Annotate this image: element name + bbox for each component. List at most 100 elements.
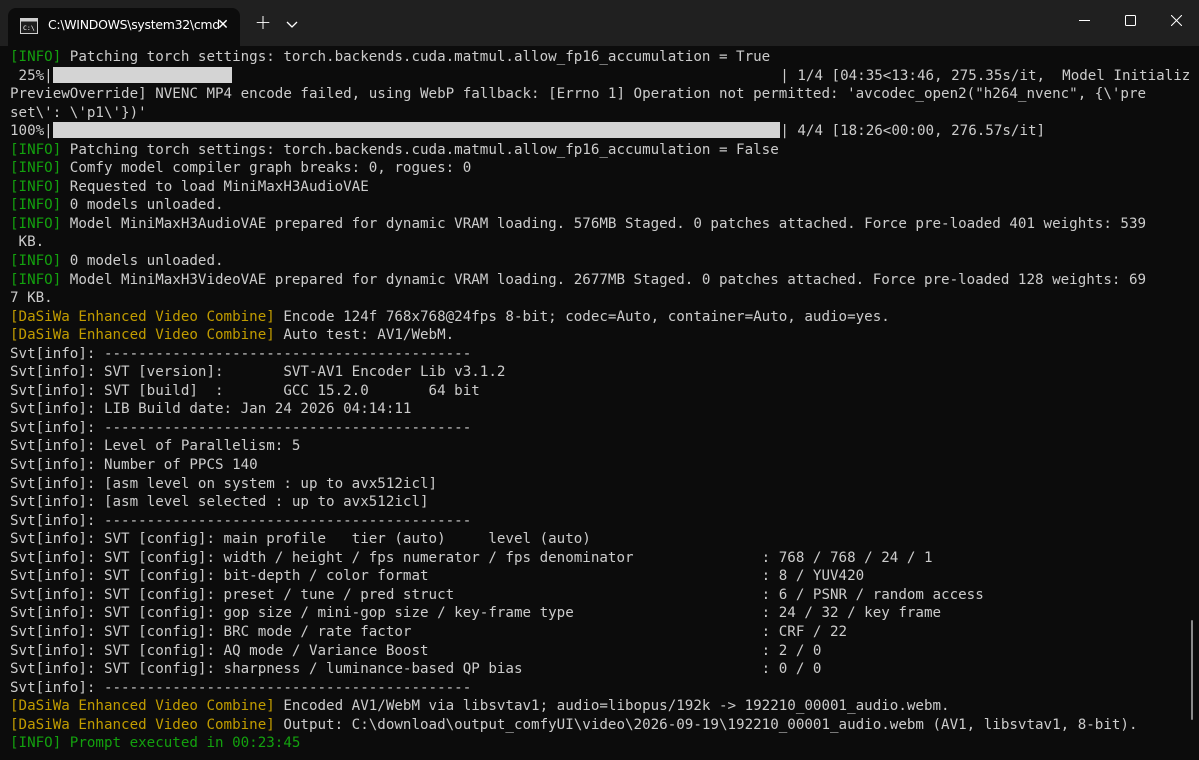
terminal-line: [INFO] Model MiniMaxH3AudioVAE prepared … [10, 215, 1190, 234]
cmd-icon: C:\ [20, 18, 38, 34]
log-text: Output: C:\download\output_comfyUI\video… [274, 716, 1138, 733]
close-window-button[interactable] [1153, 0, 1199, 40]
log-text: Svt[info]: SVT [version]: SVT-AV1 Encode… [10, 364, 506, 381]
log-text: Svt[info]: SVT [config]: width / height … [10, 549, 933, 566]
log-tag: [INFO] [10, 271, 62, 288]
terminal-line: Svt[info]: SVT [version]: SVT-AV1 Encode… [10, 363, 1190, 382]
log-text: PreviewOverride] NVENC MP4 encode failed… [10, 86, 1147, 103]
log-tag: [DaSiWa Enhanced Video Combine] [10, 327, 275, 344]
log-text: KB. [10, 234, 45, 251]
log-text: Svt[info]: LIB Build date: Jan 24 2026 0… [10, 401, 412, 418]
log-text: Svt[info]: SVT [config]: gop size / mini… [10, 605, 942, 622]
progress-bar-fill [52, 122, 781, 139]
terminal-line: 7 KB. [10, 289, 1190, 308]
maximize-button[interactable] [1107, 0, 1153, 40]
close-tab-icon[interactable]: ✕ [214, 16, 232, 34]
log-text: Encoded AV1/WebM via libsvtav1; audio=li… [274, 698, 950, 715]
log-text: Svt[info]: SVT [config]: BRC mode / rate… [10, 623, 848, 640]
log-text: set\': \'p1\'})' [10, 104, 147, 121]
terminal-line: Svt[info]: [asm level on system : up to … [10, 475, 1190, 494]
log-text: Svt[info]: -----------------------------… [10, 679, 472, 696]
terminal-line: [INFO] Model MiniMaxH3VideoVAE prepared … [10, 271, 1190, 290]
log-tag: [INFO] [10, 160, 62, 177]
terminal-line: Svt[info]: SVT [config]: main profile ti… [10, 530, 1190, 549]
terminal-line: [DaSiWa Enhanced Video Combine] Encode 1… [10, 308, 1190, 327]
log-text: Encode 124f 768x768@24fps 8-bit; codec=A… [274, 308, 890, 325]
log-text: Model MiniMaxH3AudioVAE prepared for dyn… [61, 215, 1147, 232]
terminal-line: 100%| | 4/4 [18:26<00:00, 276.57s/it] [10, 122, 1190, 141]
terminal-line: PreviewOverride] NVENC MP4 encode failed… [10, 85, 1190, 104]
log-text: Auto test: AV1/WebM. [274, 327, 455, 344]
terminal-line: Svt[info]: [asm level selected : up to a… [10, 493, 1190, 512]
log-text: Patching torch settings: torch.backends.… [61, 49, 771, 65]
terminal-line: Svt[info]: SVT [config]: BRC mode / rate… [10, 623, 1190, 642]
terminal-output[interactable]: [INFO] Patching torch settings: torch.ba… [10, 48, 1190, 760]
progress-percent: 100%| [10, 123, 53, 140]
log-text: Svt[info]: SVT [config]: main profile ti… [10, 531, 591, 548]
log-text: Patching torch settings: torch.backends.… [61, 141, 779, 158]
log-text: Svt[info]: SVT [config]: preset / tune /… [10, 586, 984, 603]
log-tag: [INFO] [10, 178, 62, 195]
chevron-down-icon[interactable] [283, 15, 301, 33]
terminal-line: [INFO] 0 models unloaded. [10, 196, 1190, 215]
terminal-line: [INFO] Patching torch settings: torch.ba… [10, 48, 1190, 67]
terminal-line: set\': \'p1\'})' [10, 104, 1190, 123]
log-text: Svt[info]: SVT [build] : GCC 15.2.0 64 b… [10, 382, 480, 399]
log-text: Svt[info]: SVT [config]: bit-depth / col… [10, 568, 865, 585]
log-text: Svt[info]: SVT [config]: AQ mode / Varia… [10, 642, 822, 659]
log-tag: [INFO] [10, 197, 62, 214]
log-text: Svt[info]: -----------------------------… [10, 345, 472, 362]
log-text: 7 KB. [10, 290, 53, 307]
new-tab-button[interactable]: + [252, 12, 274, 34]
log-tag: [DaSiWa Enhanced Video Combine] [10, 698, 275, 715]
log-text: Comfy model compiler graph breaks: 0, ro… [61, 160, 472, 177]
log-text: Svt[info]: [asm level selected : up to a… [10, 494, 429, 511]
terminal-line: KB. [10, 233, 1190, 252]
log-text: Svt[info]: [asm level on system : up to … [10, 475, 438, 492]
tab-title: C:\WINDOWS\system32\cmd [48, 17, 220, 32]
title-bar[interactable]: C:\ C:\WINDOWS\system32\cmd ✕ + [0, 0, 1199, 46]
log-tag: [INFO] [10, 49, 62, 65]
terminal-line: Svt[info]: SVT [config]: preset / tune /… [10, 586, 1190, 605]
tab-cmd[interactable]: C:\ C:\WINDOWS\system32\cmd ✕ [8, 8, 240, 46]
log-tag: [DaSiWa Enhanced Video Combine] [10, 716, 275, 733]
progress-percent: 25%| [10, 67, 53, 84]
log-text: Svt[info]: Level of Parallelism: 5 [10, 438, 301, 455]
close-icon [1171, 15, 1182, 26]
terminal-line: [INFO] Patching torch settings: torch.ba… [10, 141, 1190, 160]
terminal-line: Svt[info]: SVT [config]: sharpness / lum… [10, 660, 1190, 679]
log-text: Requested to load MiniMaxH3AudioVAE [61, 178, 369, 195]
log-text: 0 models unloaded. [61, 253, 224, 270]
terminal-line: 25%| | 1/4 [04:35<13:46, 275.35s/it, Mode… [10, 66, 1190, 86]
log-text: Svt[info]: -----------------------------… [10, 512, 472, 529]
terminal-line: Svt[info]: -----------------------------… [10, 679, 1190, 698]
log-text: [INFO] Prompt executed in 00:23:45 [10, 735, 301, 752]
terminal-line: Svt[info]: SVT [config]: gop size / mini… [10, 604, 1190, 623]
terminal-line: Svt[info]: SVT [build] : GCC 15.2.0 64 b… [10, 382, 1190, 401]
terminal-line: Svt[info]: SVT [config]: width / height … [10, 549, 1190, 568]
progress-status: | 4/4 [18:26<00:00, 276.57s/it] [780, 123, 1046, 140]
terminal-line: [INFO] Requested to load MiniMaxH3AudioV… [10, 178, 1190, 197]
log-tag: [INFO] [10, 253, 62, 270]
terminal-line: [INFO] Comfy model compiler graph breaks… [10, 159, 1190, 178]
terminal-line: Svt[info]: -----------------------------… [10, 345, 1190, 364]
log-text: Model MiniMaxH3VideoVAE prepared for dyn… [61, 271, 1147, 288]
log-text: Svt[info]: Number of PPCS 140 [10, 457, 258, 474]
log-text: 0 models unloaded. [61, 197, 224, 214]
log-tag: [INFO] [10, 141, 62, 158]
progress-status: | 1/4 [04:35<13:46, 275.35s/it, Model In… [780, 67, 1190, 84]
log-tag: [DaSiWa Enhanced Video Combine] [10, 308, 275, 325]
scrollbar[interactable] [1191, 620, 1193, 720]
progress-bar-fill [52, 66, 233, 83]
log-tag: [INFO] [10, 215, 62, 232]
terminal-line: [DaSiWa Enhanced Video Combine] Encoded … [10, 697, 1190, 716]
terminal-line: Svt[info]: Number of PPCS 140 [10, 456, 1190, 475]
progress-bar-empty [232, 67, 780, 83]
terminal-window: C:\ C:\WINDOWS\system32\cmd ✕ + [INFO] P… [0, 0, 1199, 760]
log-text: Svt[info]: -----------------------------… [10, 419, 472, 436]
minimize-button[interactable] [1061, 0, 1107, 40]
log-text: Svt[info]: SVT [config]: sharpness / lum… [10, 661, 822, 678]
svg-text:C:\: C:\ [23, 24, 35, 32]
terminal-line: Svt[info]: LIB Build date: Jan 24 2026 0… [10, 400, 1190, 419]
terminal-line: Svt[info]: SVT [config]: bit-depth / col… [10, 567, 1190, 586]
